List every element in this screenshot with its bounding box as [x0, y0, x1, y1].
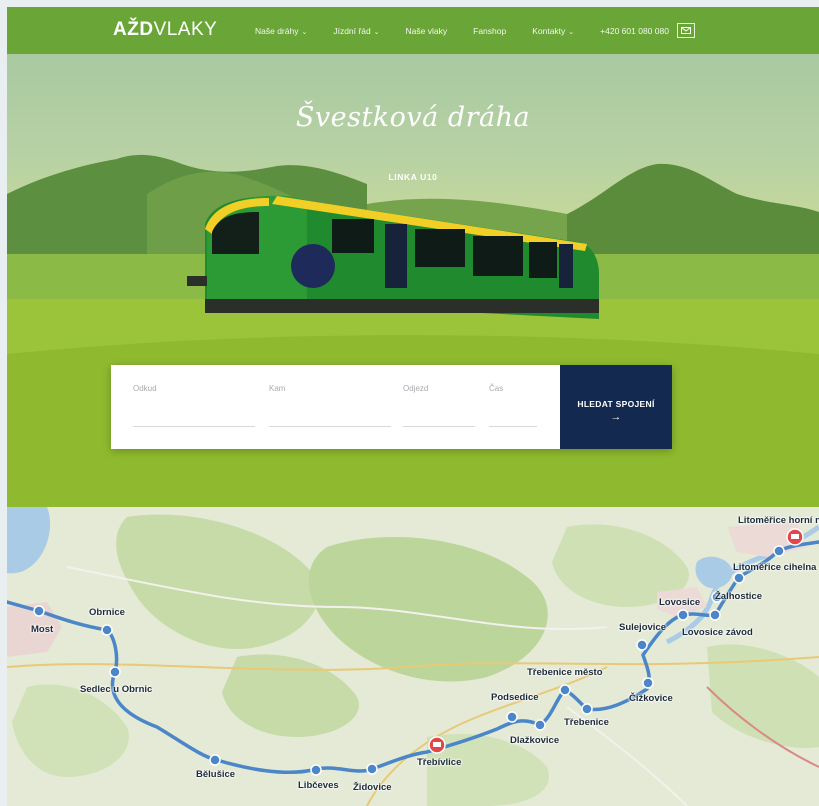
station-label[interactable]: Dlažkovice [510, 735, 559, 746]
from-underline [133, 426, 255, 427]
station-label[interactable]: Litoměřice cihelna [733, 562, 816, 573]
nav-item-nase-drahy[interactable]: Naše dráhy ⌄ [255, 26, 307, 36]
chevron-down-icon: ⌄ [373, 28, 380, 36]
departure-label: Odjezd [403, 384, 429, 393]
nav-item-label: Naše dráhy [255, 25, 299, 36]
mail-icon [680, 27, 691, 34]
logo-bold: AŽD [113, 19, 154, 40]
departure-underline [403, 426, 475, 427]
nav-item-nase-vlaky[interactable]: Naše vlaky [406, 26, 448, 36]
site-header: AŽDVLAKY Naše dráhy ⌄ Jízdní řád ⌄ Naše vl… [7, 7, 819, 54]
departure-date-field[interactable]: Odjezd [403, 365, 475, 449]
station-label[interactable]: Židovice [353, 782, 392, 793]
chevron-down-icon: ⌄ [301, 28, 308, 36]
logo-light: VLAKY [153, 19, 218, 40]
station-label[interactable]: Most [31, 624, 53, 635]
arrow-right-icon: → [610, 411, 622, 423]
hero-title: Švestková dráha [295, 102, 531, 133]
station-label[interactable]: Podsedice [491, 692, 539, 703]
station-label[interactable]: Žalhostice [715, 591, 762, 602]
nav-item-kontakty[interactable]: Kontakty ⌄ [532, 26, 574, 36]
phone-link[interactable]: +420 601 080 080 [600, 26, 669, 36]
station-label[interactable]: Sedlec u Obrnic [80, 684, 152, 695]
from-field[interactable]: Odkud [133, 365, 255, 449]
station-label[interactable]: Čížkovice [629, 693, 673, 704]
nav-item-label: Kontakty [532, 25, 566, 36]
logo[interactable]: AŽDVLAKY [113, 19, 217, 41]
station-label[interactable]: Třebenice město [527, 667, 603, 678]
time-underline [489, 426, 537, 427]
to-label: Kam [269, 384, 286, 393]
mail-button[interactable] [676, 23, 695, 38]
time-label: Čas [489, 384, 504, 393]
train-depot-icon [428, 736, 446, 754]
station-label[interactable]: Třebenice [564, 717, 609, 728]
from-label: Odkud [133, 384, 157, 393]
connection-search-form: Odkud Kam Odjezd Čas HLEDAT SPOJENÍ → [111, 365, 672, 449]
station-label[interactable]: Lovosice [659, 597, 700, 608]
search-button-label: HLEDAT SPOJENÍ [577, 399, 655, 409]
route-map[interactable]: Litoměřice horní n. Litoměřice cihelna Ž… [7, 507, 819, 806]
nav-item-label: Fanshop [473, 25, 507, 36]
nav-item-label: Naše vlaky [405, 25, 448, 36]
search-connection-button[interactable]: HLEDAT SPOJENÍ → [560, 365, 672, 449]
to-underline [269, 426, 391, 427]
to-field[interactable]: Kam [269, 365, 391, 449]
station-label[interactable]: Obrnice [89, 607, 125, 618]
station-label[interactable]: Bělušice [196, 769, 235, 780]
station-label[interactable]: Lovosice závod [682, 627, 753, 638]
nav-item-label: Jízdní řád [333, 25, 371, 36]
station-label[interactable]: Libčeves [298, 780, 339, 791]
hero-subtitle: LINKA U10 [388, 172, 438, 182]
nav-item-jizdni-rad[interactable]: Jízdní řád ⌄ [333, 26, 379, 36]
train-depot-icon [786, 528, 804, 546]
nav-item-fanshop[interactable]: Fanshop [473, 26, 506, 36]
station-label[interactable]: Sulejovice [619, 622, 666, 633]
time-field[interactable]: Čas [489, 365, 537, 449]
chevron-down-icon: ⌄ [568, 28, 575, 36]
route-line [7, 528, 819, 776]
station-label[interactable]: Litoměřice horní n. [738, 515, 819, 526]
station-label[interactable]: Třebívlice [417, 757, 461, 768]
main-nav: Naše dráhy ⌄ Jízdní řád ⌄ Naše vlaky Fansh… [255, 7, 695, 54]
